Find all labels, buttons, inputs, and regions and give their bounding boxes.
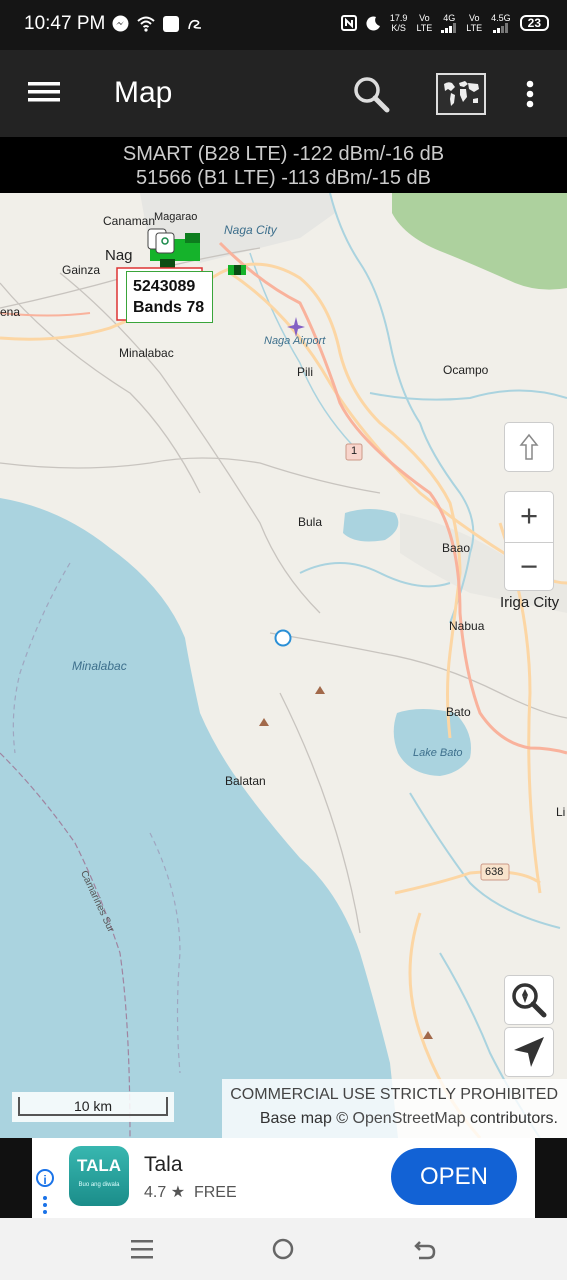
map-label-naga-airport: Naga Airport	[264, 335, 326, 347]
swirl-icon	[188, 19, 202, 29]
ad-info-icon[interactable]: i	[36, 1169, 54, 1187]
map-label-naga: Nag	[105, 247, 133, 264]
status-right: 17.9 K/S Vo LTE 4G Vo LTE 4.5G 23	[340, 13, 549, 33]
sim1-signal: 4G	[441, 13, 457, 33]
map-label-bula: Bula	[298, 515, 323, 529]
map-label-edge: Li	[556, 805, 566, 819]
scale-bar: 10 km	[12, 1092, 174, 1122]
map-label-balatan: Balatan	[225, 774, 266, 788]
zoom-in-button[interactable]: +	[505, 492, 553, 543]
osm-link[interactable]: OpenStreetMap	[353, 1110, 466, 1127]
zoom-out-button[interactable]: −	[505, 543, 553, 593]
cell-bands: Bands 78	[133, 299, 205, 316]
signal-bars-icon	[441, 23, 457, 33]
my-location-button[interactable]	[504, 1027, 554, 1077]
app-notification-icon	[163, 15, 179, 32]
scale-text: 10 km	[73, 1098, 113, 1114]
signal-bars-icon	[492, 23, 508, 33]
cell-info-popup[interactable]: 5243089 Bands 78	[126, 271, 213, 323]
net-speed: 17.9 K/S	[389, 13, 408, 33]
ad-app-name: Tala	[144, 1153, 183, 1176]
commercial-use-notice: COMMERCIAL USE STRICTLY PROHIBITED	[230, 1086, 558, 1103]
serving-cell-line: SMART (B28 LTE) -122 dBm/-16 dB	[122, 143, 445, 165]
map-label-gainza: Gainza	[62, 263, 101, 277]
map-label-bato: Bato	[446, 705, 471, 719]
star-icon: ★	[170, 1184, 186, 1201]
cell-id: 5243089	[133, 278, 196, 295]
ad-rating: 4.7 ★ FREE	[144, 1184, 237, 1201]
status-time: 10:47 PM	[24, 13, 106, 34]
map-label-iriga: Iriga City	[500, 594, 560, 611]
zoom-to-fit-button[interactable]	[504, 975, 554, 1025]
map-label-nabua: Nabua	[449, 619, 485, 633]
page-title: Map	[114, 76, 173, 109]
home-icon[interactable]	[272, 1238, 294, 1260]
sim2-signal: 4.5G	[491, 13, 511, 33]
zoom-search-icon	[512, 983, 547, 1018]
neighbor-cell-line: 51566 (B1 LTE) -113 dBm/-15 dB	[136, 167, 431, 189]
tala-logo: TALA Buo ang diwala	[69, 1146, 129, 1206]
ad-open-button[interactable]: OPEN	[391, 1148, 517, 1205]
nfc-icon	[340, 15, 357, 31]
map-label-minalabac-bay: Minalabac	[72, 659, 127, 673]
map-label-minalabac: Minalabac	[119, 346, 174, 360]
map-attribution: COMMERCIAL USE STRICTLY PROHIBITED Base …	[222, 1079, 567, 1138]
ad-banner[interactable]: i TALA Buo ang diwala Tala 4.7 ★ FREE OPE…	[0, 1138, 567, 1218]
world-map-icon[interactable]	[436, 73, 486, 115]
map-label-ocampo: Ocampo	[443, 363, 489, 377]
map-view[interactable]: Magarao Canaman Naga City Nag Gainza ena…	[0, 193, 567, 1138]
search-icon[interactable]	[352, 75, 390, 113]
compass-button[interactable]	[504, 422, 554, 472]
sim1-volte: Vo LTE	[416, 13, 433, 33]
map-label-magarao: Magarao	[154, 211, 198, 223]
map-label-naga-city: Naga City	[224, 223, 277, 237]
moon-icon	[366, 16, 380, 31]
back-icon[interactable]	[414, 1238, 436, 1260]
compass-north-icon	[519, 433, 539, 460]
recents-icon[interactable]	[131, 1238, 153, 1260]
map-label-lake-bato: Lake Bato	[413, 747, 463, 759]
battery-indicator: 23	[519, 15, 549, 31]
route-shield-638: 638	[485, 866, 504, 878]
status-bar: 10:47 PM 17.9 K/S Vo LTE 4G Vo LTE 4.5G …	[0, 0, 567, 50]
ad-options-icon[interactable]	[43, 1196, 47, 1217]
route-shield-1: 1	[351, 445, 358, 457]
system-nav-bar	[0, 1218, 567, 1280]
notification-icons	[112, 15, 203, 32]
my-location-icon	[514, 1037, 544, 1067]
map-label-baao: Baao	[442, 541, 471, 555]
wifi-icon	[137, 16, 155, 32]
map-label-canaman: Canaman	[103, 214, 156, 228]
app-bar: Map	[0, 50, 567, 137]
signal-info-panel: SMART (B28 LTE) -122 dBm/-16 dB 51566 (B…	[0, 137, 567, 193]
messenger-icon	[112, 15, 129, 32]
more-vert-icon[interactable]	[526, 80, 534, 108]
zoom-control: + −	[504, 491, 554, 591]
map-label-pili: Pili	[297, 365, 314, 379]
map-label-milaor: ena	[0, 305, 21, 319]
sim2-volte: Vo LTE	[466, 13, 483, 33]
menu-icon[interactable]	[28, 80, 60, 104]
